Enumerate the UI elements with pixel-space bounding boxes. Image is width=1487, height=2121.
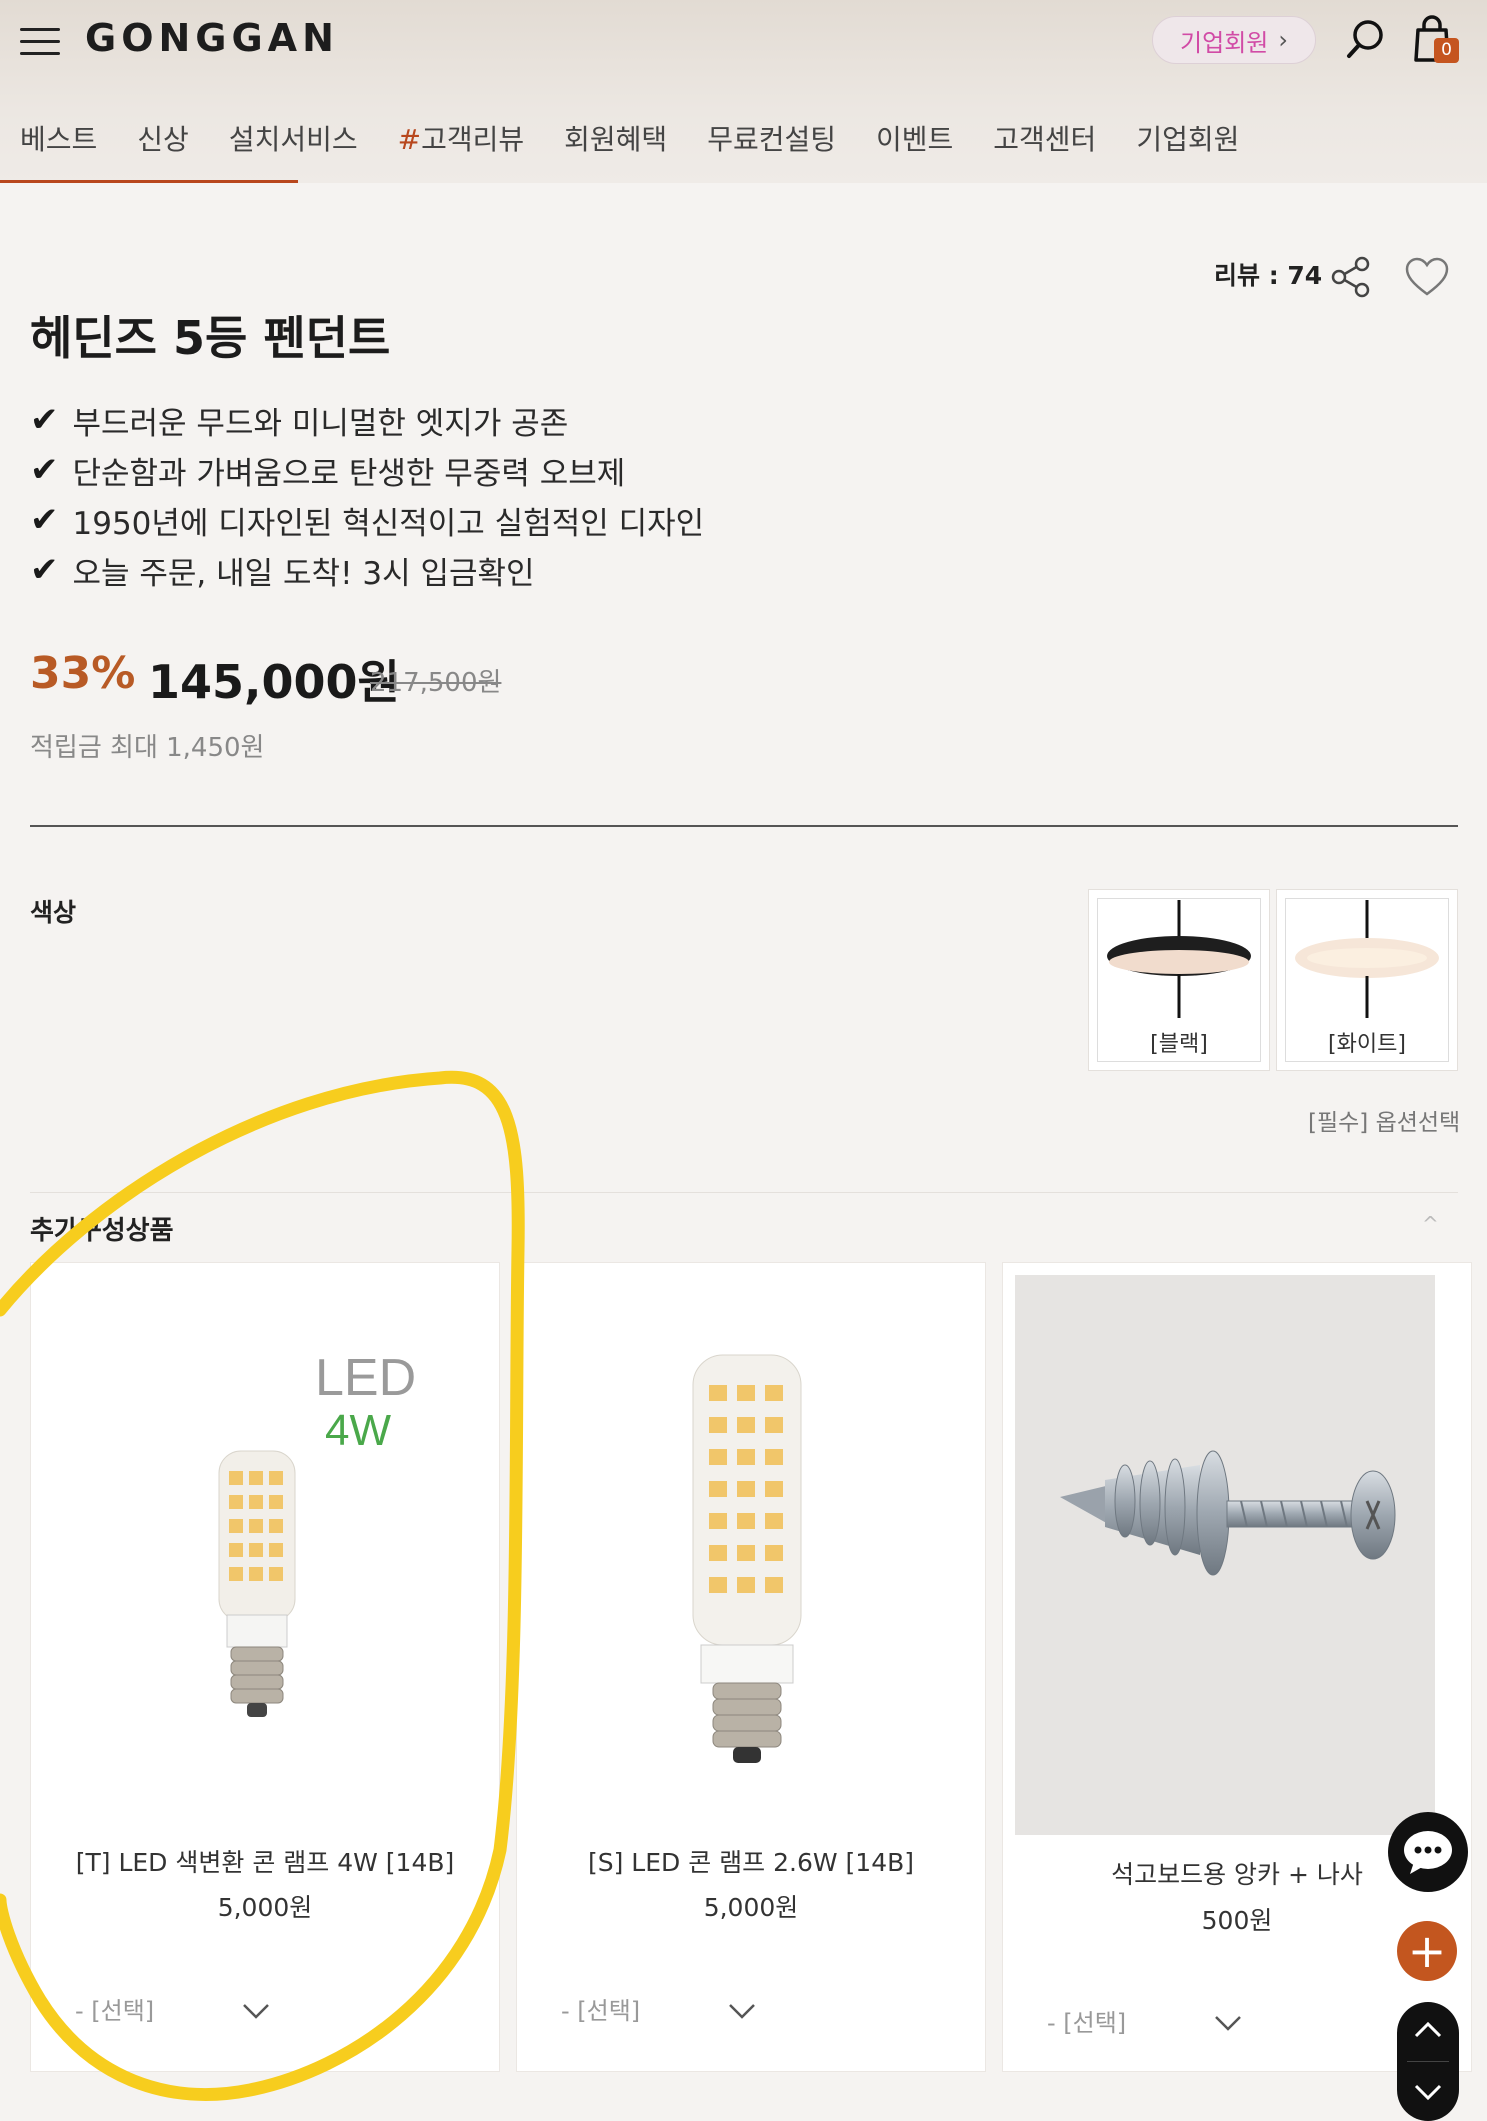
nav-item[interactable]: 이벤트 <box>876 118 953 158</box>
required-option-note: [필수] 옵션선택 <box>1308 1110 1461 1136</box>
feature-text: 부드러운 무드와 미니멀한 엣지가 공존 <box>72 405 569 442</box>
nav-item[interactable]: 고객센터 <box>993 118 1096 158</box>
chat-button[interactable] <box>1388 1812 1468 1892</box>
led-label: LED <box>315 1349 416 1407</box>
addon-card[interactable]: [S] LED 콘 램프 2.6W [14B] 5,000원 - [선택] <box>516 1262 986 2072</box>
swatch-caption: [화이트] <box>1328 1032 1406 1057</box>
search-icon[interactable] <box>1344 16 1388 60</box>
feature-text: 1950년에 디자인된 혁신적이고 실험적인 디자인 <box>72 505 705 542</box>
addon-price: 500원 <box>1201 1906 1273 1935</box>
addon-price: 5,000원 <box>217 1893 313 1922</box>
hash-mark: # <box>397 123 422 156</box>
scroll-buttons <box>1397 2002 1459 2121</box>
business-member-button[interactable]: 기업회원 › <box>1152 16 1316 64</box>
nav-item[interactable]: 베스트 <box>20 118 97 158</box>
reward-points: 적립금 최대 1,450원 <box>30 733 265 763</box>
nav-item[interactable]: #고객리뷰 <box>398 118 525 158</box>
product-title: 헤딘즈 5등 펜던트 <box>30 311 391 365</box>
nav-item[interactable]: 신상 <box>137 118 189 158</box>
nav-item[interactable]: 기업회원 <box>1136 118 1239 158</box>
chevron-down-icon[interactable] <box>1213 2013 1243 2033</box>
feature-item: ✔ 부드러운 무드와 미니멀한 엣지가 공존 <box>30 395 704 445</box>
color-option-label: 색상 <box>30 898 77 927</box>
check-icon: ✔ <box>30 450 59 490</box>
addon-price: 5,000원 <box>703 1893 799 1922</box>
feature-list: ✔ 부드러운 무드와 미니멀한 엣지가 공존 ✔ 단순함과 가벼움으로 탄생한 무중… <box>30 395 704 595</box>
addon-name: [S] LED 콘 램프 2.6W [14B] <box>587 1848 915 1877</box>
check-icon: ✔ <box>30 550 59 590</box>
check-icon: ✔ <box>30 500 59 540</box>
review-count[interactable]: 리뷰 : 74 <box>1214 256 1322 292</box>
product-image <box>529 1275 973 1835</box>
divider <box>1407 2061 1449 2062</box>
feature-text: 단순함과 가벼움으로 탄생한 무중력 오브제 <box>72 455 626 492</box>
addon-select[interactable]: - [선택] <box>1047 2003 1126 2038</box>
nav-item-label: 고객리뷰 <box>421 123 525 156</box>
chevron-right-icon: › <box>1278 26 1288 54</box>
addon-card[interactable]: LED 4W [T] LED 색변환 콘 램프 4W [14B] 5,000원 … <box>30 1262 500 2072</box>
cart-count-badge: 0 <box>1434 38 1459 63</box>
divider <box>30 1192 1458 1193</box>
addon-section-title: 추가구성상품 <box>30 1216 174 1246</box>
nav-active-underline <box>0 180 298 183</box>
feature-item: ✔ 단순함과 가벼움으로 탄생한 무중력 오브제 <box>30 445 704 495</box>
color-swatch-black[interactable]: [블랙] <box>1088 889 1270 1071</box>
feature-text: 오늘 주문, 내일 도착! 3시 입금확인 <box>72 555 535 592</box>
site-logo[interactable]: GONGGAN <box>85 16 339 60</box>
swatch-caption: [블랙] <box>1150 1032 1208 1057</box>
collapse-icon[interactable]: ^ <box>1422 1212 1439 1236</box>
chevron-down-icon[interactable] <box>727 2001 757 2021</box>
nav-item[interactable]: 무료컨설팅 <box>707 118 836 158</box>
nav-item[interactable]: 회원혜택 <box>564 118 667 158</box>
chevron-up-icon[interactable] <box>1413 2020 1443 2040</box>
product-image <box>1015 1275 1435 1835</box>
nav-item[interactable]: 설치서비스 <box>229 118 358 158</box>
add-button[interactable]: + <box>1397 1921 1457 1981</box>
addon-name: [T] LED 색변환 콘 램프 4W [14B] <box>75 1848 455 1877</box>
share-icon[interactable] <box>1330 256 1372 298</box>
product-image: LED 4W <box>43 1275 487 1835</box>
color-swatch-white[interactable]: [화이트] <box>1276 889 1458 1071</box>
menu-icon[interactable] <box>20 26 60 56</box>
discount-rate: 33% <box>30 648 136 699</box>
sale-price: 145,000원 <box>148 655 400 709</box>
original-price: 217,500원 <box>370 668 502 698</box>
chevron-down-icon[interactable] <box>1413 2082 1443 2102</box>
chat-bubble-icon <box>1404 1831 1452 1874</box>
site-header: GONGGAN 기업회원 › 0 베스트 신상 설치서비스 #고객리뷰 회원혜택 무료컨설… <box>0 0 1487 183</box>
wattage-label: 4W <box>325 1406 391 1455</box>
divider <box>30 825 1458 827</box>
check-icon: ✔ <box>30 400 59 440</box>
feature-item: ✔ 오늘 주문, 내일 도착! 3시 입금확인 <box>30 545 704 595</box>
business-member-label: 기업회원 <box>1180 28 1269 57</box>
heart-icon[interactable] <box>1404 256 1450 298</box>
addon-select[interactable]: - [선택] <box>75 1991 154 2026</box>
feature-item: ✔ 1950년에 디자인된 혁신적이고 실험적인 디자인 <box>30 495 704 545</box>
addon-select[interactable]: - [선택] <box>561 1991 640 2026</box>
main-nav: 베스트 신상 설치서비스 #고객리뷰 회원혜택 무료컨설팅 이벤트 고객센터 기업회원 <box>20 118 1279 158</box>
chevron-down-icon[interactable] <box>241 2001 271 2021</box>
